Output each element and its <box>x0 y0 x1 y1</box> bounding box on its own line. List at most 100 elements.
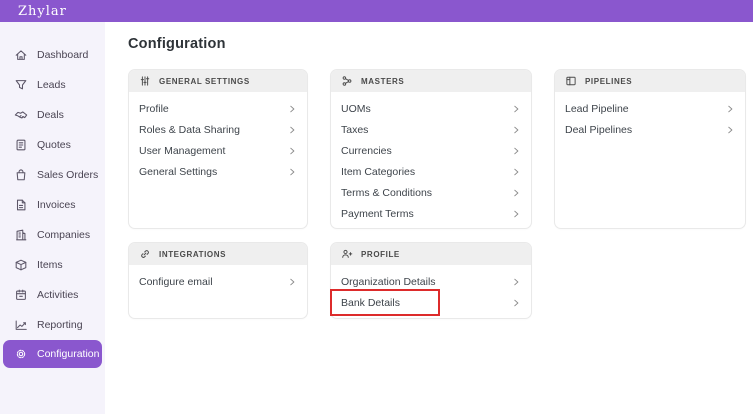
link-label: Deal Pipelines <box>565 124 632 136</box>
link-roles-data-sharing[interactable]: Roles & Data Sharing <box>139 119 297 140</box>
chevron-right-icon <box>510 103 521 114</box>
sidebar-item-label: Reporting <box>37 319 83 331</box>
chevron-right-icon <box>286 276 297 287</box>
sidebar-item-label: Activities <box>37 289 78 301</box>
link-bank-details[interactable]: Bank Details <box>341 292 521 313</box>
link-label: Item Categories <box>341 166 415 178</box>
main-content: Configuration GENERAL SETTINGS Profile <box>105 22 753 414</box>
chart-line-icon <box>13 318 28 333</box>
sidebar-item-invoices[interactable]: Invoices <box>0 190 105 220</box>
home-icon <box>13 48 28 63</box>
sidebar-item-deals[interactable]: Deals <box>0 100 105 130</box>
sidebar-item-configuration[interactable]: Configuration <box>3 340 102 368</box>
card-body: Profile Roles & Data Sharing User Manage… <box>129 92 307 182</box>
card-title: INTEGRATIONS <box>159 250 226 259</box>
sidebar-item-leads[interactable]: Leads <box>0 70 105 100</box>
card-pipelines: PIPELINES Lead Pipeline Deal Pipelines <box>554 69 746 229</box>
link-label: Organization Details <box>341 276 436 288</box>
link-lead-pipeline[interactable]: Lead Pipeline <box>565 98 735 119</box>
sidebar-item-activities[interactable]: Activities <box>0 280 105 310</box>
link-deal-pipelines[interactable]: Deal Pipelines <box>565 119 735 140</box>
sidebar-item-label: Companies <box>37 229 90 241</box>
chevron-right-icon <box>286 124 297 135</box>
link-label: General Settings <box>139 166 217 178</box>
link-taxes[interactable]: Taxes <box>341 119 521 140</box>
link-label: User Management <box>139 145 225 157</box>
sidebar-item-items[interactable]: Items <box>0 250 105 280</box>
link-label: Profile <box>139 103 169 115</box>
link-label: Lead Pipeline <box>565 103 629 115</box>
sidebar-item-label: Sales Orders <box>37 169 98 181</box>
sidebar-item-quotes[interactable]: Quotes <box>0 130 105 160</box>
file-text-icon <box>13 138 28 153</box>
link-icon <box>139 248 151 260</box>
chevron-right-icon <box>510 276 521 287</box>
link-label: Currencies <box>341 145 392 157</box>
link-uoms[interactable]: UOMs <box>341 98 521 119</box>
link-label: Terms & Conditions <box>341 187 432 199</box>
kanban-icon <box>565 75 577 87</box>
sidebar-item-reporting[interactable]: Reporting <box>0 310 105 340</box>
link-payment-terms[interactable]: Payment Terms <box>341 203 521 224</box>
chevron-right-icon <box>510 124 521 135</box>
sidebar-item-sales-orders[interactable]: Sales Orders <box>0 160 105 190</box>
page-title: Configuration <box>128 36 753 52</box>
card-integrations: INTEGRATIONS Configure email <box>128 242 308 319</box>
link-terms-conditions[interactable]: Terms & Conditions <box>341 182 521 203</box>
card-header-masters: MASTERS <box>331 70 531 92</box>
link-label: Roles & Data Sharing <box>139 124 240 136</box>
calendar-icon <box>13 288 28 303</box>
card-profile: PROFILE Organization Details Bank Detail… <box>330 242 532 319</box>
link-item-categories[interactable]: Item Categories <box>341 161 521 182</box>
chevron-right-icon <box>286 145 297 156</box>
sidebar-item-label: Leads <box>37 79 66 91</box>
link-user-management[interactable]: User Management <box>139 140 297 161</box>
topbar: Zhylar <box>0 0 753 22</box>
card-header-general-settings: GENERAL SETTINGS <box>129 70 307 92</box>
card-header-pipelines: PIPELINES <box>555 70 745 92</box>
sidebar-item-dashboard[interactable]: Dashboard <box>0 40 105 70</box>
card-masters: MASTERS UOMs Taxes Currencies <box>330 69 532 229</box>
file-icon <box>13 198 28 213</box>
card-header-profile: PROFILE <box>331 243 531 265</box>
user-plus-icon <box>341 248 353 260</box>
chevron-right-icon <box>510 145 521 156</box>
sliders-icon <box>139 75 151 87</box>
package-icon <box>13 258 28 273</box>
link-general-settings[interactable]: General Settings <box>139 161 297 182</box>
sidebar: Dashboard Leads Deals Quotes Sales Order <box>0 22 105 414</box>
link-organization-details[interactable]: Organization Details <box>341 271 521 292</box>
card-title: PIPELINES <box>585 77 632 86</box>
gear-icon <box>13 347 28 362</box>
link-profile[interactable]: Profile <box>139 98 297 119</box>
chevron-right-icon <box>286 103 297 114</box>
link-currencies[interactable]: Currencies <box>341 140 521 161</box>
chevron-right-icon <box>510 297 521 308</box>
sidebar-item-label: Quotes <box>37 139 71 151</box>
card-body: Lead Pipeline Deal Pipelines <box>555 92 745 140</box>
link-label: Taxes <box>341 124 368 136</box>
link-label: Configure email <box>139 276 213 288</box>
sidebar-item-label: Items <box>37 259 63 271</box>
card-title: GENERAL SETTINGS <box>159 77 250 86</box>
chevron-right-icon <box>510 187 521 198</box>
link-label: UOMs <box>341 103 371 115</box>
link-label: Payment Terms <box>341 208 414 220</box>
handshake-icon <box>13 108 28 123</box>
building-icon <box>13 228 28 243</box>
chevron-right-icon <box>724 103 735 114</box>
chevron-right-icon <box>510 166 521 177</box>
card-title: PROFILE <box>361 250 400 259</box>
sidebar-item-label: Deals <box>37 109 64 121</box>
card-general-settings: GENERAL SETTINGS Profile Roles & Data Sh… <box>128 69 308 229</box>
card-body: UOMs Taxes Currencies Item Categories <box>331 92 531 224</box>
card-header-integrations: INTEGRATIONS <box>129 243 307 265</box>
funnel-icon <box>13 78 28 93</box>
link-configure-email[interactable]: Configure email <box>139 271 297 292</box>
sidebar-item-companies[interactable]: Companies <box>0 220 105 250</box>
sidebar-item-label: Invoices <box>37 199 76 211</box>
card-body: Organization Details Bank Details <box>331 265 531 313</box>
sidebar-item-label: Dashboard <box>37 49 88 61</box>
link-label: Bank Details <box>341 297 400 309</box>
chevron-right-icon <box>510 208 521 219</box>
